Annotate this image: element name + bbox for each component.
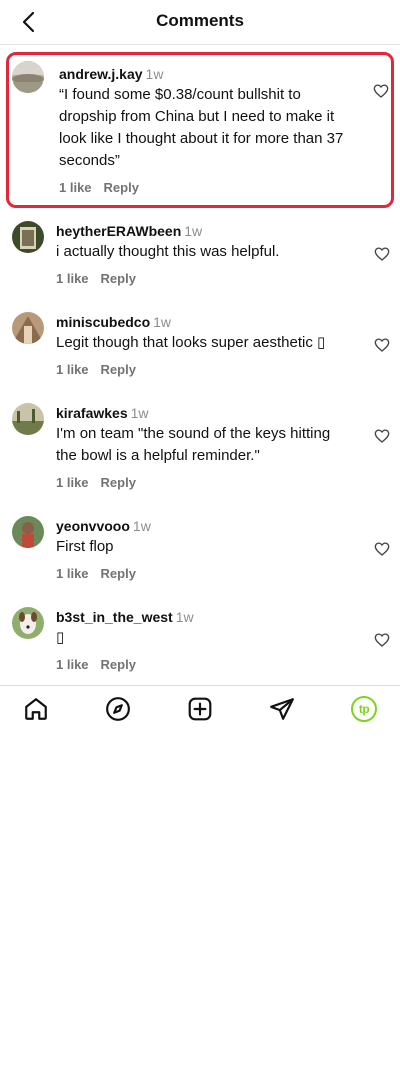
comment-time: 1w [130,405,149,421]
heart-icon [374,633,390,647]
comment-item: heytherERAWbeen 1w i actually thought thi… [0,208,400,286]
page-title: Comments [156,11,244,30]
comment-item: miniscubedco 1w Legit though that looks s… [0,299,400,377]
bottom-nav: tp [0,685,400,732]
comment-time: 1w [153,314,172,330]
comment-username[interactable]: miniscubedco [56,314,150,330]
comment-list: andrew.j.kay 1w “I found some $0.38/count… [0,48,400,685]
explore-icon [106,697,130,721]
comment-text: Legit though that looks super aesthetic … [56,334,326,351]
comment-username[interactable]: b3st_in_the_west [56,609,173,625]
comment-item: yeonvvooo 1w First flop 1 like Reply [0,503,400,581]
comment-text: First flop [56,538,114,555]
send-icon [270,698,294,720]
like-button[interactable] [374,632,390,648]
avatar[interactable] [12,607,44,639]
header: Comments [0,0,400,45]
nav-explore[interactable] [104,695,132,723]
comment-username[interactable]: kirafawkes [56,405,128,421]
avatar[interactable] [12,221,44,253]
avatar[interactable] [12,516,44,548]
create-icon [188,697,212,721]
comment-header: kirafawkes 1w [56,404,350,422]
comment-item: andrew.j.kay 1w “I found some $0.38/count… [6,52,394,208]
comment-time: 1w [184,223,203,239]
nav-send[interactable] [268,695,296,723]
nav-create[interactable] [186,695,214,723]
likes-count[interactable]: 1 like [56,657,89,672]
comment-text: I'm on team "the sound of the keys hitti… [56,425,331,464]
comment-meta: 1 like Reply [56,271,350,286]
comment-username[interactable]: andrew.j.kay [59,66,143,82]
comment-item: b3st_in_the_west 1w ▯ 1 like Reply [0,594,400,672]
reply-button[interactable]: Reply [101,271,136,286]
heart-icon [374,338,390,352]
reply-button[interactable]: Reply [101,475,136,490]
likes-count[interactable]: 1 like [56,566,89,581]
likes-count[interactable]: 1 like [56,475,89,490]
comment-header: heytherERAWbeen 1w [56,222,350,240]
likes-count[interactable]: 1 like [56,362,89,377]
reply-button[interactable]: Reply [101,362,136,377]
heart-icon [374,542,390,556]
comment-meta: 1 like Reply [56,475,350,490]
like-button[interactable] [374,541,390,557]
comment-username[interactable]: heytherERAWbeen [56,223,181,239]
reply-button[interactable]: Reply [101,566,136,581]
comment-time: 1w [145,66,164,82]
comment-time: 1w [132,518,151,534]
comment-text: i actually thought this was helpful. [56,243,280,260]
nav-profile[interactable]: tp [350,695,378,723]
comment-header: miniscubedco 1w [56,313,350,331]
comment-meta: 1 like Reply [56,362,350,377]
avatar[interactable] [12,312,44,344]
heart-icon [374,247,390,261]
home-icon [25,698,47,720]
comment-header: andrew.j.kay 1w [59,65,347,83]
like-button[interactable] [374,246,390,262]
likes-count[interactable]: 1 like [59,180,92,195]
like-button[interactable] [374,337,390,353]
profile-icon: tp [351,696,377,722]
comment-header: yeonvvooo 1w [56,517,350,535]
nav-home[interactable] [22,695,50,723]
like-button[interactable] [374,428,390,444]
reply-button[interactable]: Reply [104,180,139,195]
heart-icon [373,84,389,98]
comment-time: 1w [175,609,194,625]
avatar[interactable] [12,61,44,93]
comment-meta: 1 like Reply [56,566,350,581]
likes-count[interactable]: 1 like [56,271,89,286]
heart-icon [374,429,390,443]
reply-button[interactable]: Reply [101,657,136,672]
comment-meta: 1 like Reply [59,180,347,195]
comment-header: b3st_in_the_west 1w [56,608,350,626]
like-button[interactable] [373,83,389,99]
comment-item: kirafawkes 1w I'm on team "the sound of t… [0,390,400,490]
comment-text: “I found some $0.38/count bullshit to dr… [59,86,344,169]
comment-text: ▯ [56,629,65,646]
comment-username[interactable]: yeonvvooo [56,518,130,534]
avatar[interactable] [12,403,44,435]
comment-meta: 1 like Reply [56,657,350,672]
